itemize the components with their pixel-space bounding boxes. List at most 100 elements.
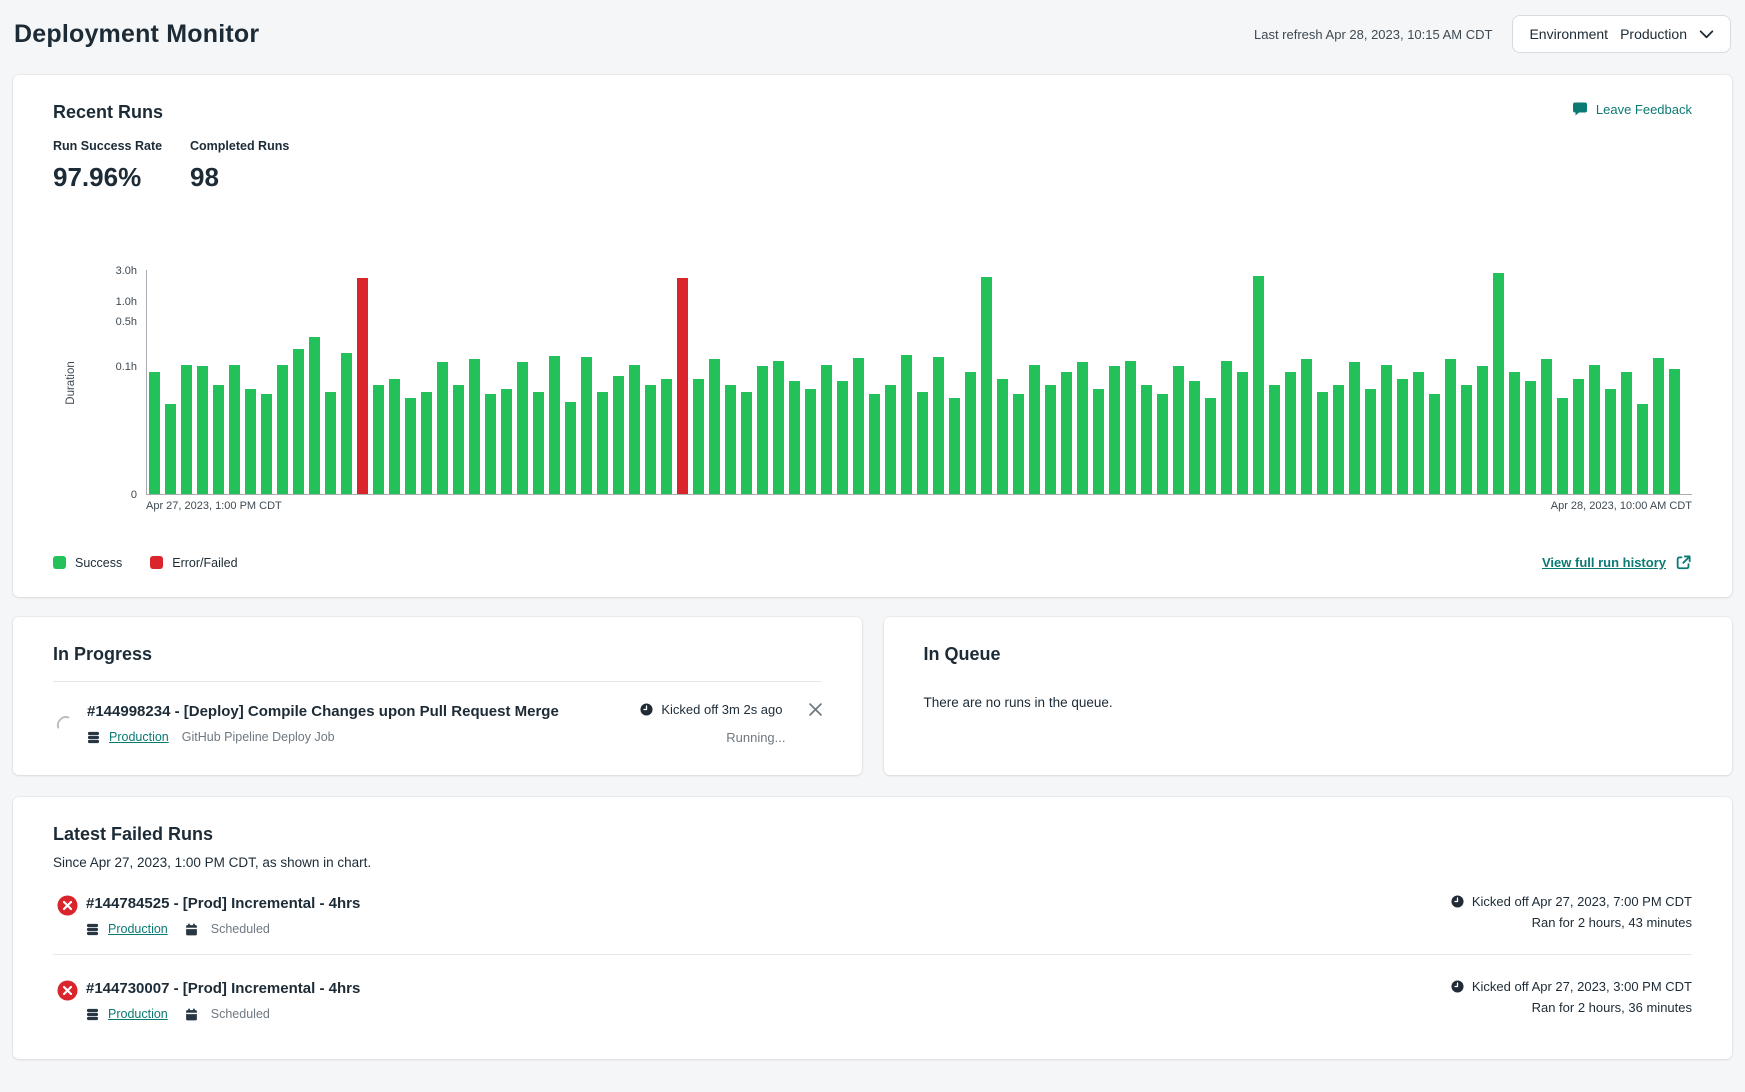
- chart-bar-success[interactable]: [1301, 359, 1312, 494]
- chart-bar-success[interactable]: [469, 359, 480, 494]
- chart-bar-success[interactable]: [693, 379, 704, 494]
- leave-feedback-button[interactable]: Leave Feedback: [1572, 101, 1692, 117]
- chart-bar-success[interactable]: [885, 385, 896, 494]
- chart-bar-success[interactable]: [517, 362, 528, 494]
- chart-bar-success[interactable]: [485, 394, 496, 494]
- chart-bar-success[interactable]: [1317, 392, 1328, 494]
- chart-bar-success[interactable]: [661, 379, 672, 494]
- chart-bar-success[interactable]: [421, 392, 432, 494]
- chart-bar-success[interactable]: [1173, 366, 1184, 494]
- chart-bar-success[interactable]: [213, 385, 224, 494]
- chart-bar-success[interactable]: [1477, 366, 1488, 494]
- legend-item-success[interactable]: Success: [53, 556, 122, 570]
- chart-bar-success[interactable]: [325, 392, 336, 494]
- legend-item-failed[interactable]: Error/Failed: [150, 556, 237, 570]
- chart-bar-success[interactable]: [1637, 404, 1648, 494]
- chart-bar-success[interactable]: [1445, 359, 1456, 494]
- chart-bar-success[interactable]: [965, 372, 976, 494]
- chart-bar-success[interactable]: [501, 389, 512, 494]
- chart-bar-success[interactable]: [1093, 389, 1104, 494]
- chart-bar-success[interactable]: [309, 337, 320, 494]
- chart-bar-success[interactable]: [1269, 385, 1280, 494]
- chart-bar-success[interactable]: [853, 358, 864, 495]
- chart-bar-success[interactable]: [1461, 385, 1472, 494]
- chart-bar-success[interactable]: [805, 389, 816, 494]
- chart-bar-success[interactable]: [1653, 358, 1664, 495]
- chart-bar-success[interactable]: [245, 389, 256, 494]
- chart-bar-success[interactable]: [741, 392, 752, 494]
- chart-bar-success[interactable]: [389, 379, 400, 494]
- production-link[interactable]: Production: [108, 922, 168, 936]
- chart-bar-success[interactable]: [709, 359, 720, 494]
- chart-bar-success[interactable]: [933, 357, 944, 495]
- chart-bar-success[interactable]: [981, 277, 992, 494]
- chart-bar-success[interactable]: [901, 355, 912, 494]
- chart-bar-success[interactable]: [1493, 273, 1504, 494]
- chart-bar-success[interactable]: [149, 372, 160, 494]
- chart-bar-success[interactable]: [613, 376, 624, 494]
- chart-bar-success[interactable]: [1397, 379, 1408, 494]
- chart-bar-success[interactable]: [789, 381, 800, 494]
- chart-bar-success[interactable]: [1525, 381, 1536, 494]
- chart-bar-success[interactable]: [1557, 398, 1568, 494]
- chart-bar-success[interactable]: [997, 379, 1008, 494]
- chart-bar-success[interactable]: [1509, 372, 1520, 494]
- view-full-run-history-link[interactable]: View full run history: [1542, 554, 1692, 571]
- chart-bar-success[interactable]: [1381, 365, 1392, 494]
- chart-bar-success[interactable]: [533, 392, 544, 494]
- chart-bar-success[interactable]: [869, 394, 880, 494]
- chart-bar-success[interactable]: [229, 365, 240, 494]
- chart-bar-success[interactable]: [821, 365, 832, 494]
- chart-bar-success[interactable]: [629, 365, 640, 494]
- chart-bar-success[interactable]: [1029, 365, 1040, 494]
- chart-bar-success[interactable]: [453, 385, 464, 494]
- chart-bar-success[interactable]: [1669, 369, 1680, 494]
- chart-bar-success[interactable]: [197, 366, 208, 494]
- chart-bar-success[interactable]: [181, 365, 192, 494]
- chart-bar-success[interactable]: [1285, 372, 1296, 494]
- cancel-run-button[interactable]: [809, 703, 822, 716]
- chart-bar-success[interactable]: [837, 381, 848, 494]
- chart-bar-success[interactable]: [277, 365, 288, 494]
- chart-bar-success[interactable]: [1109, 366, 1120, 494]
- chart-bar-success[interactable]: [581, 357, 592, 494]
- chart-bar-success[interactable]: [645, 385, 656, 494]
- chart-bar-success[interactable]: [341, 353, 352, 494]
- chart-bar-success[interactable]: [549, 356, 560, 495]
- chart-bar-success[interactable]: [1125, 361, 1136, 494]
- environment-dropdown[interactable]: Environment Production: [1512, 15, 1731, 53]
- chart-bar-failed[interactable]: [357, 278, 368, 495]
- chart-bar-success[interactable]: [1349, 362, 1360, 494]
- production-link[interactable]: Production: [108, 1007, 168, 1021]
- chart-bar-success[interactable]: [725, 385, 736, 494]
- chart-bar-success[interactable]: [1157, 394, 1168, 494]
- chart-bar-success[interactable]: [373, 385, 384, 494]
- chart-bar-success[interactable]: [1589, 365, 1600, 494]
- chart-bar-success[interactable]: [757, 366, 768, 494]
- chart-bar-success[interactable]: [1221, 361, 1232, 494]
- production-link[interactable]: Production: [109, 730, 169, 744]
- chart-bar-success[interactable]: [1541, 359, 1552, 494]
- chart-bar-success[interactable]: [565, 402, 576, 494]
- chart-bar-failed[interactable]: [677, 278, 688, 495]
- chart-bar-success[interactable]: [597, 392, 608, 494]
- chart-bar-success[interactable]: [1429, 394, 1440, 494]
- chart-bar-success[interactable]: [165, 404, 176, 494]
- chart-bar-success[interactable]: [1365, 389, 1376, 494]
- chart-bar-success[interactable]: [293, 349, 304, 494]
- chart-bar-success[interactable]: [1413, 372, 1424, 494]
- chart-bar-success[interactable]: [1141, 385, 1152, 494]
- chart-bar-success[interactable]: [1605, 389, 1616, 494]
- chart-bar-success[interactable]: [1189, 381, 1200, 494]
- chart-bar-success[interactable]: [1077, 362, 1088, 494]
- chart-bar-success[interactable]: [437, 362, 448, 494]
- chart-bar-success[interactable]: [1573, 379, 1584, 494]
- chart-bar-success[interactable]: [949, 398, 960, 494]
- chart-bar-success[interactable]: [1045, 385, 1056, 494]
- chart-bar-success[interactable]: [917, 392, 928, 494]
- chart-bar-success[interactable]: [1205, 398, 1216, 494]
- chart-bar-success[interactable]: [1253, 276, 1264, 494]
- chart-bar-success[interactable]: [1013, 394, 1024, 494]
- chart-bar-success[interactable]: [1621, 372, 1632, 494]
- chart-bar-success[interactable]: [1061, 372, 1072, 494]
